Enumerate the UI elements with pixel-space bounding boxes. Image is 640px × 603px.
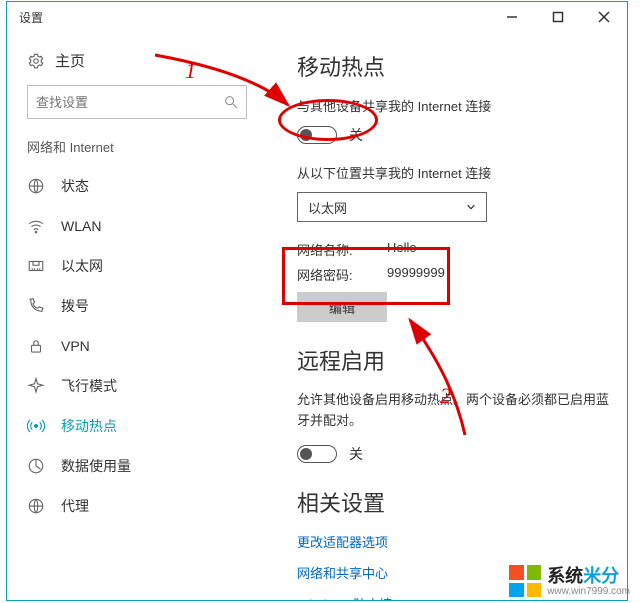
close-button[interactable] [581,2,627,32]
nav-label: WLAN [61,218,247,234]
nav-label: 状态 [61,176,247,196]
watermark-url: www.win7999.com [547,587,630,598]
share-from-select[interactable]: 以太网 [297,192,487,222]
nav-label: 数据使用量 [61,456,247,476]
chevron-down-icon [466,202,476,212]
airplane-icon [27,377,45,395]
home-label: 主页 [55,50,85,71]
remote-heading: 远程启用 [297,344,615,376]
share-from-label: 从以下位置共享我的 Internet 连接 [297,163,615,182]
search-wrap [27,85,247,119]
nav-label: 以太网 [61,256,247,276]
watermark-brand-b: 米分 [583,566,619,586]
microsoft-logo-icon [509,565,541,597]
edit-button[interactable]: 编辑 [297,292,387,322]
sidebar: 主页 网络和 Internet 状态 WLAN 以太网 拨号 [7,32,267,600]
vpn-icon [27,337,45,355]
gear-icon [27,52,45,70]
share-toggle[interactable] [297,126,337,144]
titlebar: 设置 [7,2,627,32]
nav-wlan[interactable]: WLAN [7,206,267,246]
remote-toggle[interactable] [297,445,337,463]
data-usage-icon [27,457,45,475]
nav-airplane[interactable]: 飞行模式 [7,366,267,406]
nav-status[interactable]: 状态 [7,166,267,206]
nav-label: 飞行模式 [61,376,247,396]
nav-hotspot[interactable]: 移动热点 [7,406,267,446]
nav-label: 拨号 [61,296,247,316]
nav-data-usage[interactable]: 数据使用量 [7,446,267,486]
page-title: 移动热点 [297,50,615,82]
nav-proxy[interactable]: 代理 [7,486,267,526]
select-value: 以太网 [308,198,347,217]
home-button[interactable]: 主页 [7,44,267,81]
nav-ethernet[interactable]: 以太网 [7,246,267,286]
net-name-label: 网络名称: [297,240,367,259]
toggle-state-label: 关 [349,444,363,464]
group-label: 网络和 Internet [7,137,267,166]
remote-desc: 允许其他设备启用移动热点。两个设备必须都已启用蓝牙并配对。 [297,390,615,432]
toggle-state-label: 关 [349,125,363,145]
nav-dialup[interactable]: 拨号 [7,286,267,326]
settings-window: 设置 主页 网络和 Internet 状态 WLAN [6,1,628,601]
link-adapter-options[interactable]: 更改适配器选项 [297,532,615,551]
watermark-brand-a: 系统 [547,566,583,586]
watermark: 系统米分 www.win7999.com [509,565,630,597]
minimize-button[interactable] [489,2,535,32]
proxy-icon [27,497,45,515]
content-pane: 移动热点 与其他设备共享我的 Internet 连接 关 从以下位置共享我的 I… [267,32,627,600]
window-controls [489,2,627,32]
hotspot-icon [27,417,45,435]
wifi-icon [27,217,45,235]
nav-label: VPN [61,338,247,354]
phone-icon [27,297,45,315]
ethernet-icon [27,257,45,275]
net-pwd-label: 网络密码: [297,265,367,284]
maximize-button[interactable] [535,2,581,32]
related-heading: 相关设置 [297,486,615,518]
status-icon [27,177,45,195]
search-icon [223,94,239,110]
share-label: 与其他设备共享我的 Internet 连接 [297,96,615,115]
net-name-value: Hello [387,240,417,259]
nav-vpn[interactable]: VPN [7,326,267,366]
net-pwd-value: 99999999 [387,265,445,284]
nav-label: 移动热点 [61,416,247,436]
window-title: 设置 [7,9,489,26]
search-input[interactable] [27,85,247,119]
nav-label: 代理 [61,496,247,516]
